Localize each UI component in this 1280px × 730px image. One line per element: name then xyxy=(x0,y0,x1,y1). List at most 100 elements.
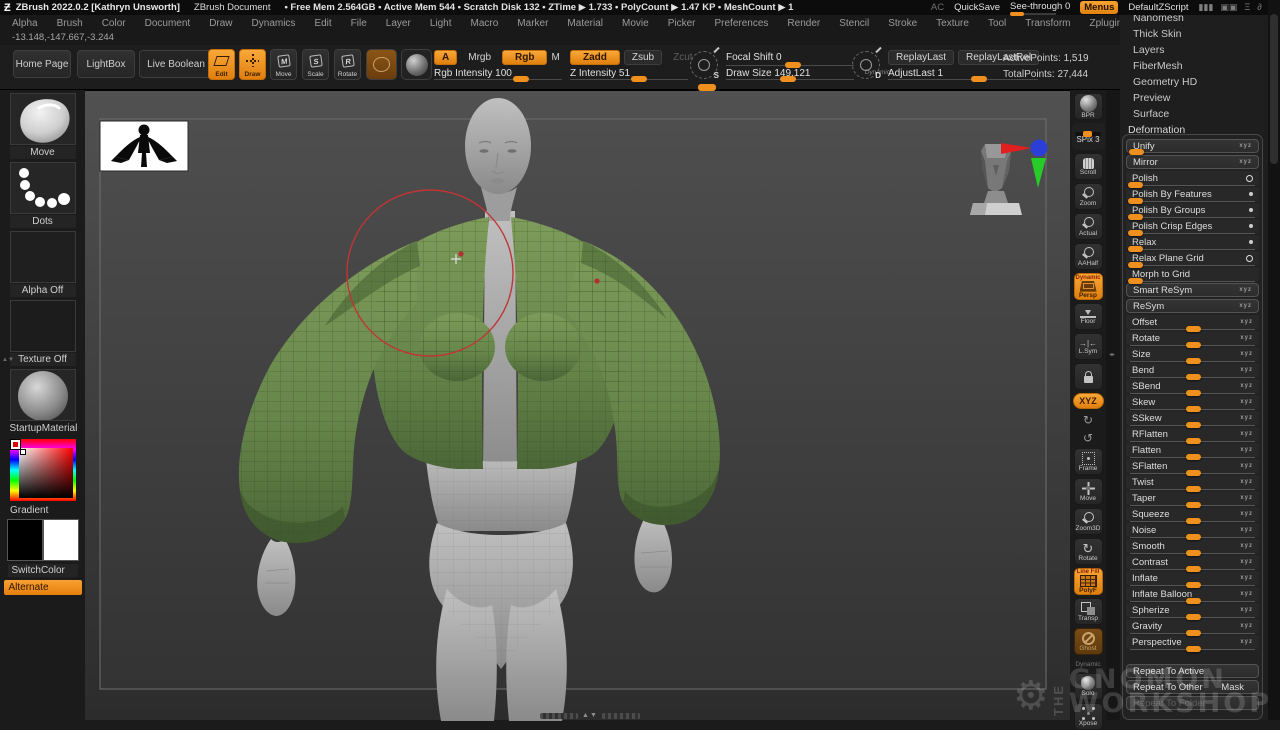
z-intensity-slider[interactable]: Z Intensity 51 xyxy=(570,66,688,80)
alpha-thumbnail[interactable] xyxy=(10,231,76,283)
deformation-row[interactable]: Unify xyz xyxy=(1126,139,1259,153)
menu-item[interactable]: Movie xyxy=(622,18,649,29)
focal-shift-slider[interactable]: Focal Shift 0 xyxy=(726,49,854,66)
rgb-intensity-handle[interactable] xyxy=(513,76,529,82)
slider-handle[interactable] xyxy=(1186,406,1201,412)
slider-handle[interactable] xyxy=(1128,246,1143,252)
right-shelf-button[interactable]: Transp xyxy=(1074,598,1103,625)
right-shelf-button[interactable]: BPR xyxy=(1074,93,1103,120)
right-shelf-button[interactable]: Zoom xyxy=(1074,183,1103,210)
scrollbar-thumb[interactable] xyxy=(1270,14,1278,164)
zsub-button[interactable]: Zsub xyxy=(624,50,662,65)
slider-handle[interactable] xyxy=(1128,198,1143,204)
right-shelf-button[interactable] xyxy=(1074,363,1103,390)
deformation-row[interactable]: Perspective xyz xyxy=(1126,635,1259,649)
tray-scroll-arrows[interactable]: ▲▼ xyxy=(2,358,14,363)
draw-button[interactable]: Draw xyxy=(239,49,266,80)
axis-toggle-letters[interactable]: xyz xyxy=(1239,303,1252,309)
subpalette-item[interactable]: FiberMesh xyxy=(1120,58,1268,74)
draw-size-slider[interactable]: Draw Size 149.121 Dynamic xyxy=(726,66,854,80)
replay-last-button[interactable]: ReplayLast xyxy=(888,50,954,65)
deformation-row[interactable]: Twist xyz xyxy=(1126,475,1259,489)
menu-item[interactable]: Document xyxy=(145,18,191,29)
menu-item[interactable]: Layer xyxy=(386,18,411,29)
slider-handle[interactable] xyxy=(1186,454,1201,460)
material-picker[interactable]: StartupMaterial xyxy=(10,369,76,435)
deformation-row[interactable]: Taper xyz xyxy=(1126,491,1259,505)
slider-handle[interactable] xyxy=(1186,550,1201,556)
slider-handle[interactable] xyxy=(1128,262,1143,268)
menu-item[interactable]: Light xyxy=(430,18,452,29)
depth-badge-icon[interactable]: D xyxy=(852,51,880,79)
draw-size-handle[interactable] xyxy=(780,76,796,82)
axis-toggle-letters[interactable]: xyz xyxy=(1240,543,1253,549)
stroke-thumbnail[interactable] xyxy=(10,162,76,214)
deformation-row[interactable]: Inflate Balloon xyz xyxy=(1126,587,1259,601)
axis-toggle-letters[interactable]: xyz xyxy=(1240,479,1253,485)
menu-item[interactable]: Edit xyxy=(314,18,331,29)
axis-toggle-letters[interactable]: xyz xyxy=(1239,143,1252,149)
slider-handle[interactable] xyxy=(1129,149,1144,155)
deformation-row[interactable]: Flatten xyz xyxy=(1126,443,1259,457)
slider-handle[interactable] xyxy=(1186,582,1201,588)
quicksave-button[interactable]: QuickSave xyxy=(954,2,1000,13)
right-shelf-button[interactable]: Move xyxy=(1074,478,1103,505)
menu-item[interactable]: Zplugin xyxy=(1090,18,1123,29)
deformation-row[interactable]: Contrast xyz xyxy=(1126,555,1259,569)
axis-toggle-letters[interactable]: xyz xyxy=(1240,335,1253,341)
slider-handle[interactable] xyxy=(1128,278,1143,284)
slider-handle[interactable] xyxy=(1186,534,1201,540)
value-selector[interactable] xyxy=(20,449,26,455)
deformation-row[interactable]: Rotate xyz xyxy=(1126,331,1259,345)
menu-item[interactable]: File xyxy=(351,18,367,29)
deformation-row[interactable]: SBend xyz xyxy=(1126,379,1259,393)
slider-handle[interactable] xyxy=(1186,646,1201,652)
axis-toggle-letters[interactable]: xyz xyxy=(1240,527,1253,533)
right-shelf-button[interactable]: Actual xyxy=(1074,213,1103,240)
right-shelf-button[interactable]: Rotate xyxy=(1074,538,1103,565)
deformation-row[interactable]: Relax xyxy=(1126,235,1259,249)
mode-toggle-icon[interactable] xyxy=(1249,240,1253,244)
right-shelf-button[interactable]: Frame xyxy=(1074,448,1103,475)
divider-arrows-icon[interactable]: ◂▸ xyxy=(1109,352,1115,358)
bottom-tray-handle[interactable]: ▲▼ xyxy=(540,712,640,719)
axis-toggle-letters[interactable]: xyz xyxy=(1240,575,1253,581)
stroke-picker[interactable]: Dots xyxy=(10,162,76,228)
right-shelf-button[interactable]: L.Sym xyxy=(1074,333,1103,360)
deformation-row[interactable]: SFlatten xyz xyxy=(1126,459,1259,473)
right-shelf-button[interactable]: Ghost xyxy=(1074,628,1103,655)
right-shelf-button[interactable] xyxy=(1074,430,1103,445)
panels-icon[interactable]: ▣▣ xyxy=(1220,2,1237,13)
panel-scrollbar[interactable] xyxy=(1268,0,1280,720)
menu-item[interactable]: Draw xyxy=(209,18,232,29)
zadd-button[interactable]: Zadd xyxy=(570,50,620,65)
menu-item[interactable]: Macro xyxy=(471,18,499,29)
subpalette-item[interactable]: Preview xyxy=(1120,90,1268,106)
menu-item[interactable]: Dynamics xyxy=(252,18,296,29)
axis-toggle-letters[interactable]: xyz xyxy=(1240,591,1253,597)
deformation-row[interactable]: Squeeze xyz xyxy=(1126,507,1259,521)
slider-handle[interactable] xyxy=(1186,470,1201,476)
home-page-button[interactable]: Home Page xyxy=(13,50,71,78)
deformation-row[interactable]: Offset xyz xyxy=(1126,315,1259,329)
deformation-row[interactable]: Relax Plane Grid xyxy=(1126,251,1259,265)
menu-item[interactable]: Transform xyxy=(1025,18,1070,29)
saturation-square[interactable] xyxy=(19,448,73,498)
rgb-intensity-slider[interactable]: Rgb Intensity 100 xyxy=(434,66,562,80)
z-intensity-handle[interactable] xyxy=(631,76,647,82)
mode-toggle-icon[interactable] xyxy=(1246,255,1253,262)
menu-item[interactable]: Alpha xyxy=(12,18,38,29)
axis-toggle-letters[interactable]: xyz xyxy=(1240,495,1253,501)
right-shelf-button[interactable]: Floor xyxy=(1074,303,1103,330)
slider-handle[interactable] xyxy=(1186,342,1201,348)
axis-toggle-letters[interactable]: xyz xyxy=(1240,319,1253,325)
right-shelf-button[interactable]: Scroll xyxy=(1074,153,1103,180)
axis-toggle-letters[interactable]: xyz xyxy=(1240,607,1253,613)
mode-toggle-icon[interactable] xyxy=(1249,224,1253,228)
slider-handle[interactable] xyxy=(1186,614,1201,620)
hue-selector[interactable] xyxy=(11,440,20,449)
brush-thumbnail[interactable] xyxy=(10,93,76,145)
slider-handle[interactable] xyxy=(1186,566,1201,572)
slider-handle[interactable] xyxy=(1186,326,1201,332)
brush-picker[interactable]: Move xyxy=(10,93,76,159)
